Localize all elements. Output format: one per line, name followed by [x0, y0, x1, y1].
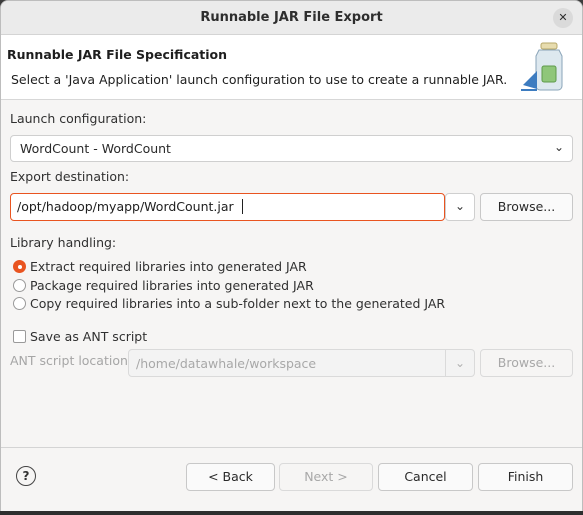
launch-config-select[interactable]: WordCount - WordCount ⌄	[10, 135, 573, 162]
export-destination-input[interactable]: /opt/hadoop/myapp/WordCount.jar	[10, 193, 445, 221]
radio-label-extract[interactable]: Extract required libraries into generate…	[30, 259, 307, 274]
save-ant-checkbox[interactable]	[13, 330, 26, 343]
radio-label-package[interactable]: Package required libraries into generate…	[30, 278, 314, 293]
launch-config-label: Launch configuration:	[10, 111, 147, 126]
banner-title: Runnable JAR File Specification	[7, 47, 228, 62]
ant-browse-button[interactable]: Browse...	[480, 349, 573, 377]
next-button[interactable]: Next >	[279, 463, 373, 491]
chevron-down-icon: ⌄	[553, 140, 564, 154]
desktop-background	[0, 511, 583, 515]
radio-copy-libraries[interactable]	[13, 297, 26, 310]
export-browse-button[interactable]: Browse...	[480, 193, 573, 221]
library-handling-label: Library handling:	[10, 235, 117, 250]
radio-label-copy[interactable]: Copy required libraries into a sub-folde…	[30, 296, 445, 311]
cancel-button[interactable]: Cancel	[378, 463, 473, 491]
ant-location-label: ANT script location:	[10, 353, 133, 368]
window-title: Runnable JAR File Export	[200, 10, 383, 25]
radio-extract-libraries[interactable]	[13, 260, 26, 273]
title-bar[interactable]: Runnable JAR File Export ✕	[1, 1, 582, 35]
export-destination-value: /opt/hadoop/myapp/WordCount.jar	[17, 199, 234, 214]
export-history-dropdown[interactable]: ⌄	[445, 193, 475, 221]
save-ant-label[interactable]: Save as ANT script	[30, 329, 147, 344]
footer-divider	[1, 447, 582, 448]
chevron-down-icon[interactable]: ⌄	[445, 350, 474, 376]
help-icon[interactable]: ?	[16, 466, 36, 486]
banner-description: Select a 'Java Application' launch confi…	[11, 72, 508, 87]
radio-package-libraries[interactable]	[13, 279, 26, 292]
text-caret	[242, 199, 243, 214]
wizard-banner: Runnable JAR File Specification Select a…	[1, 35, 582, 100]
export-dialog: Runnable JAR File Export ✕ Runnable JAR …	[0, 0, 583, 512]
close-button[interactable]: ✕	[553, 8, 573, 28]
jar-export-wizard-icon	[521, 42, 563, 91]
launch-config-value: WordCount - WordCount	[20, 141, 171, 156]
back-button[interactable]: < Back	[186, 463, 275, 491]
finish-button[interactable]: Finish	[478, 463, 573, 491]
ant-location-combo[interactable]: /home/datawhale/workspace ⌄	[128, 349, 475, 377]
export-destination-label: Export destination:	[10, 169, 130, 184]
ant-location-value: /home/datawhale/workspace	[136, 356, 317, 371]
